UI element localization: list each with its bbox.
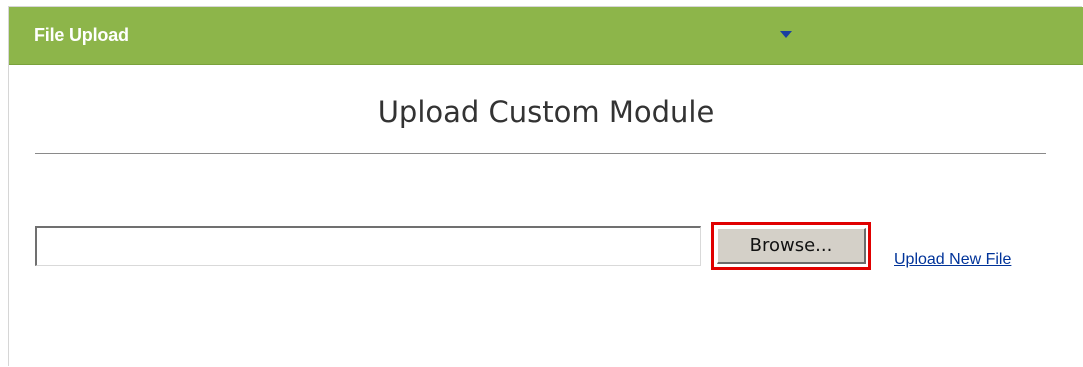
panel-title: File Upload <box>34 25 129 45</box>
file-upload-panel: File Upload Upload Custom Module Browse.… <box>8 6 1083 366</box>
title-divider <box>35 153 1046 154</box>
chevron-down-icon[interactable] <box>780 31 792 38</box>
upload-new-file-link[interactable]: Upload New File <box>894 251 1011 269</box>
panel-header: File Upload <box>9 7 1083 65</box>
page-title: Upload Custom Module <box>377 95 715 129</box>
file-path-input[interactable] <box>35 226 701 266</box>
browse-button[interactable]: Browse... <box>717 228 866 264</box>
